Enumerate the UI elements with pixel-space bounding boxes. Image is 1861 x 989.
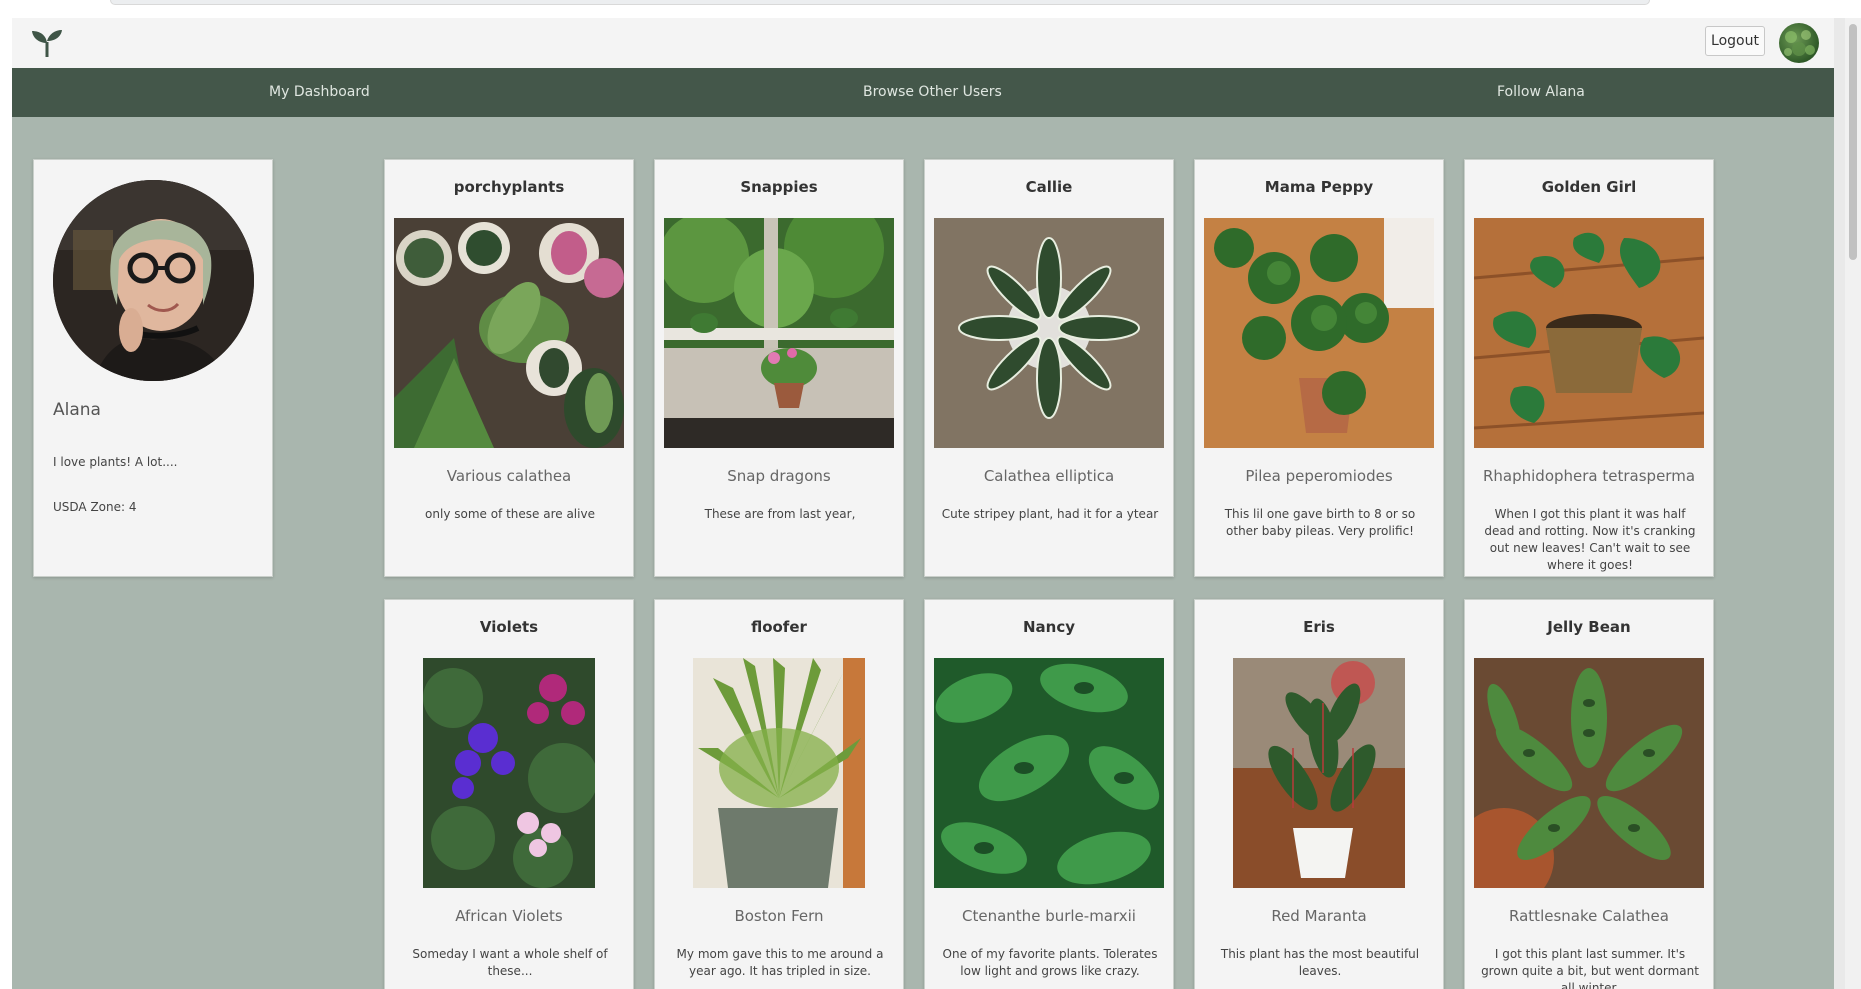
page-edge <box>1834 18 1845 989</box>
plant-description: I got this plant last summer. It's grown… <box>1481 947 1699 989</box>
plant-species: Rattlesnake Calathea <box>1509 907 1669 925</box>
plant-species: Red Maranta <box>1271 907 1367 925</box>
vertical-scrollbar[interactable] <box>1845 18 1861 989</box>
sprout-icon[interactable] <box>30 28 64 58</box>
plant-card[interactable]: Callie Calathea elliptica Cute stripey p… <box>924 159 1174 577</box>
address-bar[interactable] <box>110 0 1650 5</box>
app-root: Logout My Dashboard Browse Other Users F… <box>12 18 1834 989</box>
plant-species: African Violets <box>455 907 563 925</box>
scrollbar-thumb[interactable] <box>1849 24 1857 260</box>
plant-photo[interactable] <box>1474 658 1704 888</box>
plant-description: One of my favorite plants. Tolerates low… <box>942 947 1158 978</box>
plant-photo[interactable] <box>664 218 894 448</box>
plant-card[interactable]: Snappies Snap dragons These are from las… <box>654 159 904 577</box>
plant-description: When I got this plant it was half dead a… <box>1484 507 1696 572</box>
plant-description: My mom gave this to me around a year ago… <box>676 947 884 978</box>
browser-chrome <box>0 0 1861 18</box>
profile-bio: I love plants! A lot.... <box>53 455 178 469</box>
plant-nickname: Nancy <box>1022 618 1076 636</box>
plant-description: Someday I want a whole shelf of these... <box>412 947 608 978</box>
plant-card[interactable]: Eris Red Maranta This plant has the most… <box>1194 599 1444 989</box>
plant-card[interactable]: Golden Girl Rhaphidophera tetrasperma Wh… <box>1464 159 1714 577</box>
plant-nickname: Jelly Bean <box>1547 618 1631 636</box>
plant-nickname: Golden Girl <box>1541 178 1637 196</box>
plant-nickname: porchyplants <box>453 178 565 196</box>
plant-nickname: Violets <box>479 618 539 636</box>
profile-photo <box>53 180 254 381</box>
plant-photo[interactable] <box>394 218 624 448</box>
plant-description: This plant has the most beautiful leaves… <box>1220 947 1420 978</box>
plant-description: These are from last year, <box>704 507 856 521</box>
nav-my-dashboard[interactable]: My Dashboard <box>269 68 370 117</box>
plant-photo[interactable] <box>1233 658 1405 888</box>
plant-description: Cute stripey plant, had it for a ytear <box>941 507 1159 521</box>
plant-description: only some of these are alive <box>425 507 595 521</box>
plant-species: Snap dragons <box>727 467 831 485</box>
plant-card[interactable]: Violets African Violets Someday I want a… <box>384 599 634 989</box>
plant-card[interactable]: floofer Boston Fern My mom gave this to … <box>654 599 904 989</box>
plant-description: This lil one gave birth to 8 or so other… <box>1224 507 1416 538</box>
plant-nickname: Snappies <box>740 178 818 196</box>
main-nav: My Dashboard Browse Other Users Follow A… <box>12 68 1834 117</box>
plant-photo[interactable] <box>1204 218 1434 448</box>
profile-name: Alana <box>53 400 101 420</box>
profile-card: Alana I love plants! A lot.... USDA Zone… <box>33 159 273 577</box>
plant-nickname: Mama Peppy <box>1264 178 1374 196</box>
top-bar: Logout <box>12 18 1834 68</box>
nav-follow-user[interactable]: Follow Alana <box>1497 68 1585 117</box>
plant-species: Ctenanthe burle-marxii <box>962 907 1136 925</box>
plant-photo[interactable] <box>934 218 1164 448</box>
plant-species: Rhaphidophera tetrasperma <box>1482 467 1696 485</box>
user-avatar[interactable] <box>1779 23 1819 63</box>
plant-nickname: floofer <box>751 618 807 636</box>
plant-card[interactable]: Nancy Ctenanthe burle-marxii One of my f… <box>924 599 1174 989</box>
plant-photo[interactable] <box>934 658 1164 888</box>
plant-photo[interactable] <box>693 658 865 888</box>
plant-nickname: Eris <box>1303 618 1335 636</box>
plant-species: Pilea peperomiodes <box>1245 467 1393 485</box>
plant-card[interactable]: Jelly Bean Rattlesnake Calathea I got th… <box>1464 599 1714 989</box>
plant-nickname: Callie <box>1025 178 1073 196</box>
plant-photo[interactable] <box>423 658 595 888</box>
plant-photo[interactable] <box>1474 218 1704 448</box>
plant-species: Boston Fern <box>734 907 824 925</box>
logout-button[interactable]: Logout <box>1705 26 1765 56</box>
profile-zone: USDA Zone: 4 <box>53 500 137 514</box>
nav-browse-users[interactable]: Browse Other Users <box>863 68 1002 117</box>
plant-card[interactable]: Mama Peppy Pilea peperomiodes This lil o… <box>1194 159 1444 577</box>
plant-species: Various calathea <box>446 467 572 485</box>
plant-species: Calathea elliptica <box>983 467 1115 485</box>
plant-card[interactable]: porchyplants Various calathea only some … <box>384 159 634 577</box>
